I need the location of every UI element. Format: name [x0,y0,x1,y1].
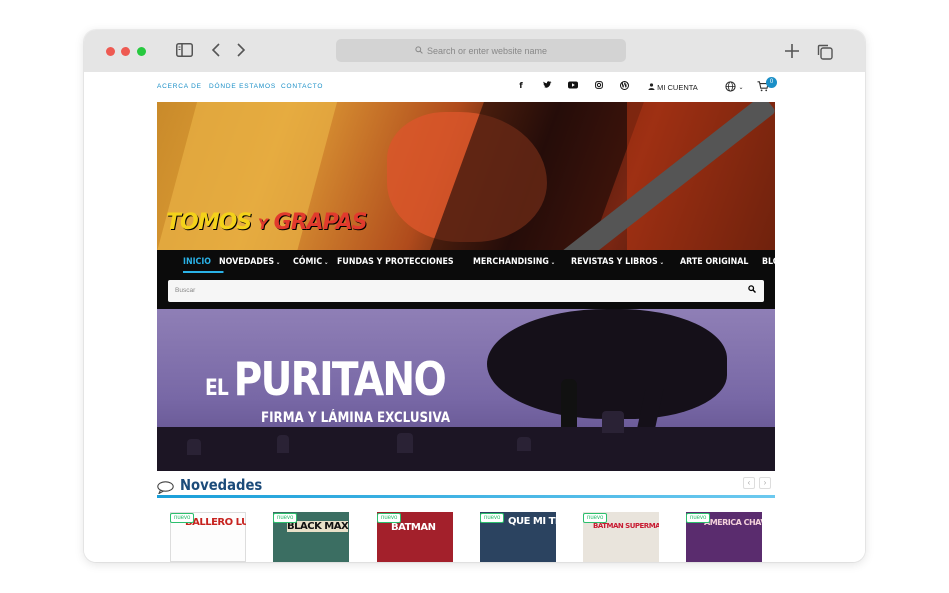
sidebar-icon[interactable] [176,43,193,61]
section-title: Novedades [180,476,263,494]
nav-item-comic[interactable]: CÓMIC ⌄ [293,257,341,273]
promo-banner[interactable]: EL PURITANO FIRMA Y LÁMINA EXCLUSIVA [157,309,775,471]
logo-word-2: Y [257,217,268,233]
cover-title: BATMAN SUPERMAN [593,522,659,530]
cart-count-badge: 0 [766,77,777,88]
product-card[interactable]: BALLERO LUNA nuevo [170,512,246,562]
my-account-link[interactable]: MI CUENTA [648,83,698,92]
new-badge: nuevo [480,513,505,523]
banner-title-prefix: EL [205,376,229,401]
my-account-label: MI CUENTA [657,83,698,92]
nav-item-inicio[interactable]: INICIO [183,257,224,273]
close-window-button[interactable] [106,47,115,56]
section-divider [157,495,775,498]
carousel-next-button[interactable]: › [759,477,771,489]
new-badge: nuevo [583,513,608,523]
cover-title: QUE MI TE [508,516,556,527]
cover-title: BATMAN [391,522,436,533]
where-link[interactable]: DÓNDE ESTAMOS [209,83,276,90]
back-icon[interactable] [211,42,221,62]
web-page: ACERCA DE DÓNDE ESTAMOS CONTACTO f W MI … [84,72,865,562]
nav-item-novedades[interactable]: NOVEDADES ⌄ [219,257,293,273]
product-card[interactable]: BATMAN nuevo [377,512,453,562]
carousel-prev-button[interactable]: ‹ [743,477,755,489]
forward-icon[interactable] [236,42,246,62]
svg-text:W: W [620,83,628,90]
section-header-novedades: Novedades ‹ › [157,471,775,498]
address-bar[interactable]: Search or enter website name [336,39,626,62]
twitter-icon[interactable] [541,81,553,91]
browser-window: Search or enter website name ACERCA DE D… [84,30,865,562]
nav-label: MERCHANDISING [473,257,550,267]
product-card[interactable]: QUE MI TE nuevo [480,512,556,562]
main-menu: INICIO NOVEDADES ⌄ CÓMIC ⌄ FUNDAS Y PROT… [183,257,817,273]
globe-icon [725,81,739,94]
contact-link[interactable]: CONTACTO [281,83,323,90]
new-badge: nuevo [170,513,195,523]
language-selector[interactable]: ⌄ [725,81,744,94]
top-bar: ACERCA DE DÓNDE ESTAMOS CONTACTO f W MI … [157,77,777,95]
cover-title: BALLERO LUNA [185,517,246,528]
wordpress-icon[interactable]: W [618,81,630,92]
chevron-down-icon: ⌄ [321,259,329,266]
silhouette-figure [561,379,577,427]
nav-label: NOVEDADES [218,257,274,267]
product-card[interactable]: AMERICA CHAVEZ nuevo [686,512,762,562]
site-logo[interactable]: TOMOS Y GRAPAS [166,210,368,235]
chevron-down-icon: ⌄ [273,259,281,266]
nav-item-blog[interactable]: BLOG TYG [762,257,819,273]
minimize-window-button[interactable] [121,47,130,56]
nav-item-arte-original[interactable]: ARTE ORIGINAL [680,257,761,273]
nav-item-fundas[interactable]: FUNDAS Y PROTECCIONES [337,257,466,273]
search-placeholder: Buscar [175,287,196,294]
search-icon[interactable] [748,285,756,295]
product-card[interactable]: BATMAN SUPERMAN nuevo [583,512,659,562]
logo-word-3: GRAPAS [273,210,368,235]
banner-subtitle: FIRMA Y LÁMINA EXCLUSIVA [261,410,451,426]
product-carousel: BALLERO LUNA nuevo BLACK MAX nuevo BATMA… [170,512,770,562]
nav-item-merchandising[interactable]: MERCHANDISING ⌄ [473,257,567,273]
banner-title: EL PURITANO [205,352,447,406]
cover-title: AMERICA CHAVEZ [704,518,762,527]
banner-title-main: PURITANO [233,352,447,406]
search-icon [415,45,423,56]
nav-item-revistas[interactable]: REVISTAS Y LIBROS ⌄ [571,257,676,273]
browser-toolbar: Search or enter website name [84,30,865,72]
about-link[interactable]: ACERCA DE [157,83,202,90]
maximize-window-button[interactable] [137,47,146,56]
facebook-icon[interactable]: f [515,81,527,90]
address-bar-placeholder: Search or enter website name [426,45,548,56]
new-badge: nuevo [273,513,298,523]
tabs-overview-icon[interactable] [817,44,833,64]
chevron-down-icon: ⌄ [549,259,556,266]
youtube-icon[interactable] [567,81,579,91]
chevron-down-icon: ⌄ [657,259,664,266]
instagram-icon[interactable] [593,81,605,91]
nav-label: REVISTAS Y LIBROS [570,257,658,267]
search-input[interactable]: Buscar [168,280,764,302]
new-badge: nuevo [377,513,402,523]
main-navigation: INICIO NOVEDADES ⌄ CÓMIC ⌄ FUNDAS Y PROT… [157,250,807,309]
new-badge: nuevo [686,513,711,523]
product-card[interactable]: BLACK MAX nuevo [273,512,349,562]
user-icon [648,83,657,92]
chevron-down-icon: ⌄ [738,85,744,91]
cover-title: BLACK MAX [287,521,349,532]
nav-label: CÓMIC [292,257,322,267]
site-content: TOMOS Y GRAPAS INICIO NOVEDADES ⌄ CÓMIC … [157,102,807,562]
logo-word-1: TOMOS [166,210,252,235]
new-tab-icon[interactable] [784,43,800,63]
hero-header-image[interactable]: TOMOS Y GRAPAS [157,102,775,250]
